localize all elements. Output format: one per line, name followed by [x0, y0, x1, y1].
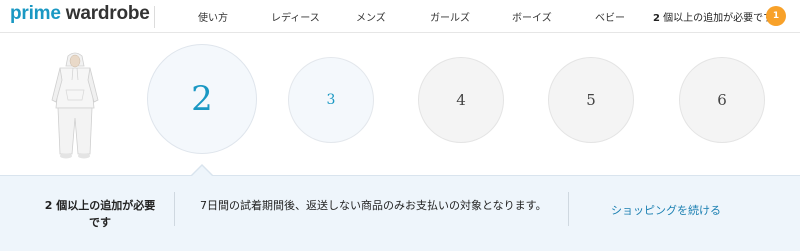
cart-count-badge[interactable]: 1: [766, 6, 786, 26]
panel-divider: [174, 192, 175, 226]
logo-divider: [154, 6, 155, 28]
nav-baby[interactable]: ベビー: [595, 9, 625, 24]
trial-period-message: 7日間の試着期間後、返送しない商品のみお支払いの対象となります。: [200, 199, 547, 212]
slot-5[interactable]: 5: [548, 57, 634, 143]
continue-shopping-link[interactable]: ショッピングを続ける: [611, 202, 721, 218]
logo-word-wardrobe: wardrobe: [65, 3, 150, 24]
nav-mens[interactable]: メンズ: [356, 9, 386, 24]
slot-6[interactable]: 6: [679, 57, 765, 143]
hoodie-product-image[interactable]: [46, 50, 104, 160]
top-navigation-bar: prime wardrobe 使い方 レディース メンズ ガールズ ボーイズ ベビ…: [0, 0, 800, 33]
panel-pointer: [191, 166, 213, 177]
logo-word-prime: prime: [10, 3, 61, 24]
panel-requirement: 2 個以上の追加が必要です: [40, 197, 160, 231]
nav-boys[interactable]: ボーイズ: [512, 9, 552, 24]
requirement-count: 2: [653, 13, 660, 24]
panel-divider: [568, 192, 569, 226]
panel-requirement-text: 個以上の追加が必要です: [52, 199, 156, 229]
requirement-notice: 2 個以上の追加が必要です: [653, 9, 773, 24]
nav-ladies[interactable]: レディース: [271, 9, 320, 24]
prime-wardrobe-logo[interactable]: prime wardrobe: [10, 3, 150, 25]
slot-4[interactable]: 4: [418, 57, 504, 143]
nav-girls[interactable]: ガールズ: [430, 9, 470, 24]
slot-3[interactable]: 3: [288, 57, 374, 143]
slot-2-current[interactable]: 2: [147, 44, 257, 154]
requirement-label: 個以上の追加が必要です: [659, 13, 774, 24]
nav-how-to-use[interactable]: 使い方: [198, 9, 228, 24]
